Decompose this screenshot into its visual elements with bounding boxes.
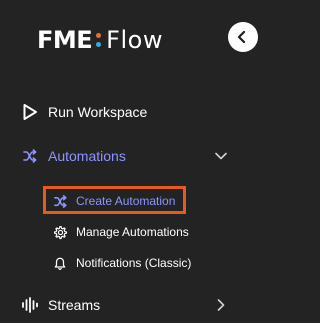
nav-subitem-label: Manage Automations: [76, 225, 189, 239]
nav-item-run-workspace[interactable]: Run Workspace: [0, 94, 244, 130]
nav-subitem-label: Create Automation: [76, 194, 176, 208]
logo-dot-orange: [96, 33, 102, 38]
bell-icon: [52, 255, 68, 271]
logo-dots: [96, 33, 102, 47]
nav-subitem-create-automation[interactable]: Create Automation: [0, 187, 244, 215]
nav-item-label: Run Workspace: [48, 104, 148, 120]
nav-item-label: Automations: [48, 148, 126, 164]
nav-subitem-manage-automations[interactable]: Manage Automations: [0, 218, 244, 246]
sidebar: FME Flow Run Workspace Automations Creat…: [0, 0, 258, 323]
logo-text-fme: FME: [37, 26, 93, 54]
shuffle-icon: [21, 147, 39, 165]
logo-dot-blue: [96, 42, 102, 47]
shuffle-icon: [52, 193, 68, 209]
gear-icon: [52, 224, 68, 240]
nav-item-streams[interactable]: Streams: [0, 287, 244, 323]
fme-flow-logo[interactable]: FME Flow: [37, 22, 163, 58]
audio-wave-icon: [21, 296, 39, 314]
chevron-right-icon[interactable]: [214, 298, 228, 312]
nav-item-automations[interactable]: Automations: [0, 138, 244, 174]
logo-text-flow: Flow: [106, 26, 163, 54]
nav-subitem-label: Notifications (Classic): [76, 256, 192, 270]
play-outline-icon: [21, 103, 39, 121]
collapse-sidebar-button[interactable]: [228, 22, 258, 52]
nav-subitem-notifications-classic[interactable]: Notifications (Classic): [0, 249, 244, 277]
chevron-down-icon[interactable]: [214, 149, 228, 163]
nav-item-label: Streams: [48, 297, 101, 313]
chevron-left-icon: [237, 31, 246, 43]
